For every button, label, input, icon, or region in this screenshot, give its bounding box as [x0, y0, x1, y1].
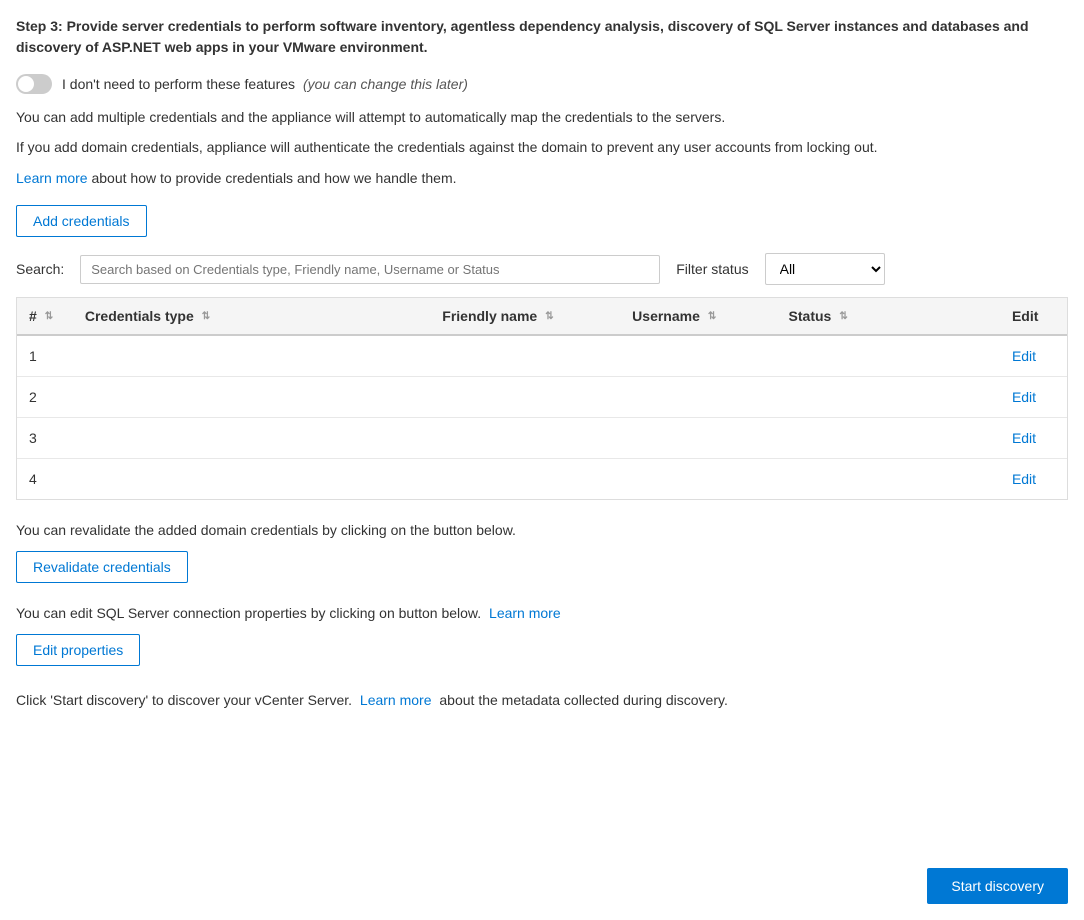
table-row: 3 Edit — [17, 418, 1067, 459]
cell-status-1 — [777, 335, 1000, 377]
cell-type-3 — [73, 418, 430, 459]
sort-icon-username: ⇅ — [708, 311, 716, 322]
cell-num-4: 4 — [17, 459, 73, 500]
revalidate-credentials-button[interactable]: Revalidate credentials — [16, 551, 188, 583]
info-text-1: You can add multiple credentials and the… — [16, 106, 1068, 128]
learn-more-row: Learn more about how to provide credenti… — [16, 167, 1068, 189]
toggle-label: I don't need to perform these features (… — [62, 76, 468, 92]
edit-props-learn-more-link[interactable]: Learn more — [489, 605, 561, 621]
search-filter-row: Search: Filter status All Valid Invalid … — [16, 253, 1068, 285]
table-row: 2 Edit — [17, 377, 1067, 418]
cell-status-2 — [777, 377, 1000, 418]
cell-username-4 — [620, 459, 776, 500]
th-edit: Edit — [1000, 298, 1067, 335]
edit-link-4[interactable]: Edit — [1012, 471, 1036, 487]
search-input[interactable] — [80, 255, 660, 284]
cell-type-4 — [73, 459, 430, 500]
edit-link-2[interactable]: Edit — [1012, 389, 1036, 405]
filter-status-select[interactable]: All Valid Invalid Pending — [765, 253, 885, 285]
edit-properties-button[interactable]: Edit properties — [16, 634, 140, 666]
credentials-table-container: # ⇅ Credentials type ⇅ Friendly name ⇅ — [16, 297, 1068, 500]
table-row: 4 Edit — [17, 459, 1067, 500]
toggle-switch[interactable] — [16, 74, 52, 94]
cell-friendly-3 — [430, 418, 620, 459]
learn-more-text-1: about how to provide credentials and how… — [91, 170, 456, 186]
table-header-row: # ⇅ Credentials type ⇅ Friendly name ⇅ — [17, 298, 1067, 335]
cell-edit-4[interactable]: Edit — [1000, 459, 1067, 500]
table-body: 1 Edit 2 Edit 3 Edit 4 Edit — [17, 335, 1067, 499]
cell-edit-3[interactable]: Edit — [1000, 418, 1067, 459]
revalidate-section: You can revalidate the added domain cred… — [16, 520, 1068, 583]
cell-edit-1[interactable]: Edit — [1000, 335, 1067, 377]
cell-username-3 — [620, 418, 776, 459]
cell-friendly-2 — [430, 377, 620, 418]
edit-link-3[interactable]: Edit — [1012, 430, 1036, 446]
start-discovery-button[interactable]: Start discovery — [927, 868, 1068, 904]
cell-num-2: 2 — [17, 377, 73, 418]
cell-status-3 — [777, 418, 1000, 459]
step-title: Step 3: Provide server credentials to pe… — [16, 16, 1068, 58]
edit-props-section: You can edit SQL Server connection prope… — [16, 603, 1068, 666]
th-credentials-type[interactable]: Credentials type ⇅ — [73, 298, 430, 335]
cell-edit-2[interactable]: Edit — [1000, 377, 1067, 418]
cell-num-3: 3 — [17, 418, 73, 459]
learn-more-link-1[interactable]: Learn more — [16, 170, 88, 186]
edit-props-text: You can edit SQL Server connection prope… — [16, 603, 1068, 624]
sort-icon-type: ⇅ — [202, 311, 210, 322]
cell-type-2 — [73, 377, 430, 418]
discovery-learn-more-link[interactable]: Learn more — [360, 692, 432, 708]
sort-icon-status: ⇅ — [839, 311, 847, 322]
info-text-2: If you add domain credentials, appliance… — [16, 136, 1068, 158]
th-num[interactable]: # ⇅ — [17, 298, 73, 335]
add-credentials-button[interactable]: Add credentials — [16, 205, 147, 237]
table-row: 1 Edit — [17, 335, 1067, 377]
sort-icon-num: ⇅ — [45, 311, 53, 322]
th-username[interactable]: Username ⇅ — [620, 298, 776, 335]
cell-type-1 — [73, 335, 430, 377]
th-friendly-name[interactable]: Friendly name ⇅ — [430, 298, 620, 335]
cell-username-1 — [620, 335, 776, 377]
cell-username-2 — [620, 377, 776, 418]
search-label: Search: — [16, 261, 64, 277]
toggle-row: I don't need to perform these features (… — [16, 74, 1068, 94]
cell-num-1: 1 — [17, 335, 73, 377]
cell-friendly-4 — [430, 459, 620, 500]
cell-friendly-1 — [430, 335, 620, 377]
revalidate-text: You can revalidate the added domain cred… — [16, 520, 1068, 541]
sort-icon-friendly: ⇅ — [545, 311, 553, 322]
discovery-text: Click 'Start discovery' to discover your… — [16, 690, 1068, 711]
edit-link-1[interactable]: Edit — [1012, 348, 1036, 364]
cell-status-4 — [777, 459, 1000, 500]
credentials-table: # ⇅ Credentials type ⇅ Friendly name ⇅ — [17, 298, 1067, 499]
filter-status-label: Filter status — [676, 261, 748, 277]
th-status[interactable]: Status ⇅ — [777, 298, 1000, 335]
